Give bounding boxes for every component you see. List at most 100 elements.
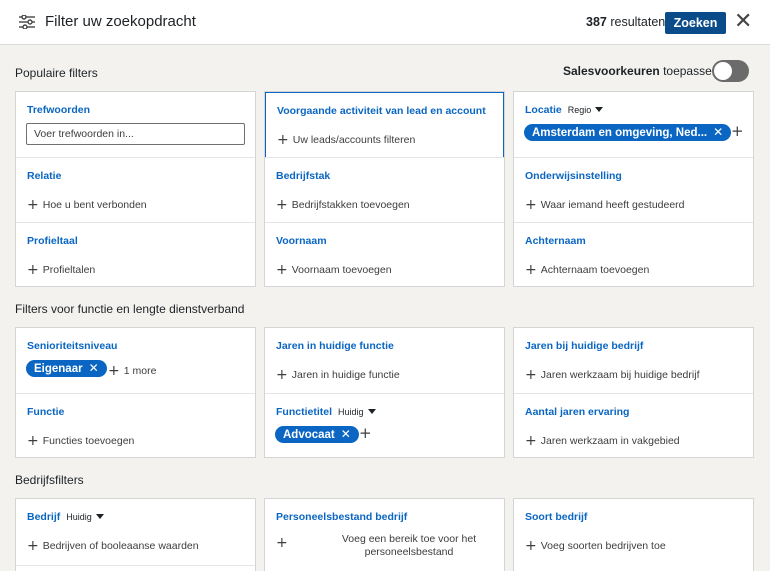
company-column-1: Bedrijf Huidig + Bedrijven of booleaanse w… xyxy=(15,498,256,571)
filter-add-years-role[interactable]: + Jaren in huidige functie xyxy=(276,366,400,383)
seniority-pill-label: Eigenaar xyxy=(34,363,83,375)
filter-add-experience[interactable]: + Jaren werkzaam in vakgebied xyxy=(525,432,680,449)
plus-icon: + xyxy=(276,262,288,278)
filter-sub-firstname: Voornaam toevoegen xyxy=(291,264,392,276)
function-column-1: Senioriteitsniveau Eigenaar ✕ +1 more Fun… xyxy=(15,327,256,458)
filter-title-location: Locatie Regio xyxy=(525,104,604,116)
section-title-function: Filters voor functie en lengte dienstver… xyxy=(15,302,245,316)
plus-icon: + xyxy=(525,433,537,449)
filter-sub-language: Profieltalen xyxy=(42,264,96,276)
caret-down-icon xyxy=(95,514,104,519)
filter-company-type[interactable]: Soort bedrijf + Voeg soorten bedrijven to… xyxy=(514,499,753,565)
plus-icon: + xyxy=(525,367,537,383)
filter-add-language[interactable]: + Profieltalen xyxy=(27,261,96,278)
filter-location: Locatie Regio Amsterdam en omgeving, Ned.… xyxy=(514,92,753,157)
filter-years-role[interactable]: Jaren in huidige functie + Jaren in huidi… xyxy=(265,328,504,393)
seniority-more-label: 1 more xyxy=(123,365,157,377)
location-scope-value: Regio xyxy=(567,105,592,115)
page-title: Filter uw zoekopdracht xyxy=(45,13,196,30)
job-title-pill: Advocaat ✕ xyxy=(275,426,359,443)
filter-add-function[interactable]: + Functies toevoegen xyxy=(27,432,135,449)
filter-school[interactable]: Onderwijsinstelling + Waar iemand heeft g… xyxy=(514,157,753,222)
filter-add-school[interactable]: + Waar iemand heeft gestudeerd xyxy=(525,196,685,213)
filter-sub-company-type: Voeg soorten bedrijven toe xyxy=(540,540,666,552)
filter-lastname[interactable]: Achternaam + Achternaam toevoegen xyxy=(514,222,753,287)
location-pill: Amsterdam en omgeving, Ned... ✕ xyxy=(524,124,732,141)
filter-sub-lastname: Achternaam toevoegen xyxy=(540,264,650,276)
filter-add-firstname[interactable]: + Voornaam toevoegen xyxy=(276,261,392,278)
plus-icon: + xyxy=(277,132,289,148)
filter-title-school: Onderwijsinstelling xyxy=(525,170,622,182)
filter-add-lastname[interactable]: + Achternaam toevoegen xyxy=(525,261,650,278)
filter-title-location-text: Locatie xyxy=(525,104,562,116)
filter-company: Bedrijf Huidig + Bedrijven of booleaanse w… xyxy=(16,499,255,565)
filter-experience[interactable]: Aantal jaren ervaring + Jaren werkzaam in… xyxy=(514,393,753,458)
filter-add-lead-activity[interactable]: + Uw leads/accounts filteren xyxy=(277,131,416,148)
filter-function[interactable]: Functie + Functies toevoegen xyxy=(16,393,255,458)
filter-sub-relation: Hoe u bent verbonden xyxy=(42,199,147,211)
sales-preferences-rest: toepassen xyxy=(663,64,719,78)
result-count-label: resultaten xyxy=(610,15,666,29)
filter-add-company[interactable]: + Bedrijven of booleaanse waarden xyxy=(27,537,199,554)
section-title-popular: Populaire filters xyxy=(15,66,98,80)
filter-title-keywords: Trefwoorden xyxy=(27,104,91,116)
toggle-knob xyxy=(714,62,732,80)
filter-next-row xyxy=(16,565,255,571)
plus-icon: + xyxy=(108,363,120,379)
filter-add-industry[interactable]: + Bedrijfstakken toevoegen xyxy=(276,196,410,213)
plus-icon: + xyxy=(27,538,39,554)
close-icon[interactable]: ✕ xyxy=(734,11,752,33)
seniority-more-link[interactable]: +1 more xyxy=(108,362,157,379)
location-scope-dropdown[interactable]: Regio xyxy=(568,105,604,115)
keywords-input[interactable] xyxy=(26,123,245,145)
filter-sub-school: Waar iemand heeft gestudeerd xyxy=(540,199,685,211)
plus-icon: + xyxy=(27,262,39,278)
add-job-title-plus-icon[interactable]: + xyxy=(359,424,372,442)
filter-title-company-type: Soort bedrijf xyxy=(525,511,588,523)
caret-down-icon xyxy=(367,409,376,414)
search-button[interactable]: Zoeken xyxy=(665,12,726,34)
filter-keywords: Trefwoorden xyxy=(16,92,255,157)
plus-icon: + xyxy=(276,367,288,383)
location-pill-label: Amsterdam en omgeving, Ned... xyxy=(532,127,708,139)
filter-years-company[interactable]: Jaren bij huidige bedrijf + Jaren werkzaa… xyxy=(514,328,753,393)
filter-sub-lead-activity: Uw leads/accounts filteren xyxy=(292,134,416,146)
filter-title-lead-activity: Voorgaande activiteit van lead en accoun… xyxy=(277,105,486,117)
pill-remove-icon[interactable]: ✕ xyxy=(89,361,99,375)
job-title-scope-dropdown[interactable]: Huidig xyxy=(338,407,376,417)
filter-title-language: Profieltaal xyxy=(27,235,78,247)
sales-preferences-toggle[interactable] xyxy=(712,60,749,82)
pill-remove-icon[interactable]: ✕ xyxy=(713,125,723,139)
filter-add-relation[interactable]: + Hoe u bent verbonden xyxy=(27,196,147,213)
filter-title-experience: Aantal jaren ervaring xyxy=(525,406,630,418)
filter-title-seniority: Senioriteitsniveau xyxy=(27,340,118,352)
filter-header: Filter uw zoekopdracht 387 resultaten Zo… xyxy=(0,0,770,45)
result-count-number: 387 xyxy=(586,15,607,29)
filter-lead-activity[interactable]: Voorgaande activiteit van lead en accoun… xyxy=(265,92,504,158)
filter-title-industry: Bedrijfstak xyxy=(276,170,331,182)
filter-job-title: Functietitel Huidig Advocaat ✕ + xyxy=(265,393,504,458)
filter-add-years-company[interactable]: + Jaren werkzaam bij huidige bedrijf xyxy=(525,366,699,383)
filter-sub-years-role: Jaren in huidige functie xyxy=(291,369,400,381)
company-scope-dropdown[interactable]: Huidig xyxy=(66,512,104,522)
filter-relation[interactable]: Relatie + Hoe u bent verbonden xyxy=(16,157,255,222)
caret-down-icon xyxy=(595,107,604,112)
plus-icon: + xyxy=(27,433,39,449)
filter-sub-industry: Bedrijfstakken toevoegen xyxy=(291,199,410,211)
pill-remove-icon[interactable]: ✕ xyxy=(341,427,351,441)
filter-headcount[interactable]: Personeelsbestand bedrijf + Voeg een ber… xyxy=(265,499,504,565)
result-count: 387 resultaten xyxy=(586,15,665,29)
filter-industry[interactable]: Bedrijfstak + Bedrijfstakken toevoegen xyxy=(265,157,504,222)
filter-sub-experience: Jaren werkzaam in vakgebied xyxy=(540,435,680,447)
function-column-2: Jaren in huidige functie + Jaren in huidi… xyxy=(264,327,505,458)
filter-firstname[interactable]: Voornaam + Voornaam toevoegen xyxy=(265,222,504,287)
plus-icon[interactable]: + xyxy=(276,535,288,551)
filter-sub-function: Functies toevoegen xyxy=(42,435,135,447)
add-location-plus-icon[interactable]: + xyxy=(731,122,744,140)
sales-preferences-label: Salesvoorkeuren toepassen xyxy=(563,64,718,78)
company-column-3: Soort bedrijf + Voeg soorten bedrijven to… xyxy=(513,498,754,571)
filter-add-company-type[interactable]: + Voeg soorten bedrijven toe xyxy=(525,537,666,554)
seniority-pill: Eigenaar ✕ xyxy=(26,360,107,377)
filter-title-firstname: Voornaam xyxy=(276,235,327,247)
filter-language[interactable]: Profieltaal + Profieltalen xyxy=(16,222,255,287)
